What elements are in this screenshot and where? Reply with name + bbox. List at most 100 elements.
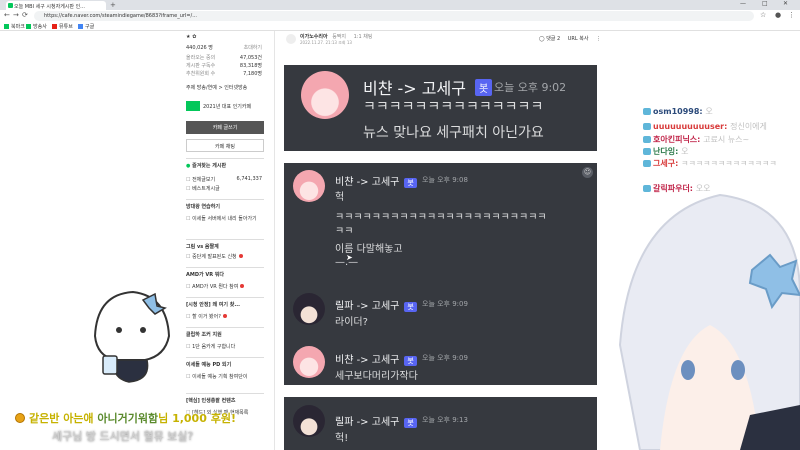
bookmark-icon — [4, 24, 9, 29]
board-section: AMD가 VR 뭐다 — [186, 267, 264, 278]
coin-icon — [15, 413, 25, 423]
mascot-phone-icon — [102, 355, 118, 375]
article-actions: ◯ 댓글 2 URL 복사 ⋮ — [539, 35, 601, 42]
award-icon — [186, 101, 200, 111]
member-count: 440,026 명 — [186, 45, 213, 51]
board-item[interactable]: ☐ 할 이거 봤어? — [186, 313, 266, 320]
mascot-sticker — [93, 290, 171, 383]
close-icon[interactable]: ✕ — [783, 0, 788, 7]
chat-message: 호아킨피닉스: 고료시 뉴스~ — [643, 134, 800, 145]
reaction-icon: ☺ — [582, 167, 593, 178]
url-copy-button[interactable]: URL 복사 — [568, 36, 589, 42]
mascot-head — [93, 290, 171, 361]
chat-badge-icon — [643, 148, 651, 155]
new-badge-icon — [222, 314, 227, 318]
bichan-avatar — [293, 170, 325, 202]
bot-badge: 봇 — [404, 418, 417, 428]
message-line: 세구보다머리가작다 — [335, 371, 418, 382]
browser-tab[interactable]: 오늘 MBI 세구 시청자게시판 인... — [6, 1, 106, 10]
message-line: ㅋㅋㅋㅋㅋㅋㅋㅋㅋㅋㅋㅋㅋㅋ — [363, 99, 544, 115]
donation-alert: 같은반 아는애 아니거기워함님 1,000 후원! — [15, 410, 236, 426]
cafe-theme: 주제 방송/연예 > 인터넷방송 — [186, 85, 248, 91]
chat-message: osm10998: 오 — [643, 106, 800, 117]
favorites-title[interactable]: ● 즐겨찾는 게시판 — [186, 158, 264, 169]
mouse-cursor-icon: ➤ — [346, 253, 353, 262]
chat-badge-icon — [643, 160, 651, 167]
chat-badge-icon — [643, 108, 651, 115]
star-icon[interactable]: ☆ — [760, 11, 766, 19]
google-icon — [78, 24, 83, 29]
vtuber-eye — [681, 360, 695, 380]
board-item[interactable]: ☐ 이세돌 예능 기획 참여단이 — [186, 373, 266, 380]
browser-nav-bar: ← → ⟳ https://cafe.naver.com/steamindieg… — [0, 10, 800, 22]
board-item[interactable]: ☐ AMD가 VR 뭔다 참여 — [186, 283, 266, 290]
bookmarks-bar: 북마크 방송사 뮤튜브 구글 — [0, 22, 800, 31]
discord-screenshot-2: ☺ 비챤 -> 고세구 봇 오늘 오후 9:08 헉 ㅋㅋㅋㅋㅋㅋㅋㅋㅋㅋㅋㅋㅋㅋ… — [284, 163, 597, 385]
bookmark-item[interactable]: 뮤튜브 — [52, 23, 73, 30]
stat-row: 게시판 구독수 83,318명 — [186, 63, 262, 69]
stat-row: 올라오는 중의 47,053건 — [186, 55, 262, 61]
mascot-eye — [116, 327, 122, 333]
bichan-avatar — [293, 346, 325, 378]
forward-icon[interactable]: → — [13, 11, 19, 19]
message-author: 릴파 -> 고세구 봇 — [335, 297, 417, 312]
screen: 오늘 MBI 세구 시청자게시판 인... + — □ ✕ ← → ⟳ http… — [0, 0, 800, 450]
youtube-icon — [52, 24, 57, 29]
mascot-body — [113, 359, 149, 383]
author-avatar[interactable] — [286, 34, 296, 44]
donor-name: 아니거기워함 — [97, 412, 159, 425]
maximize-icon[interactable]: □ — [762, 0, 768, 7]
bookmark-icon — [26, 24, 31, 29]
chat-message: 그세구: ㅋㅋㅋㅋㅋㅋㅋㅋㅋㅋㅋㅋㅋ — [643, 158, 800, 169]
message-time: 오늘 오후 9:09 — [422, 300, 468, 308]
new-badge-icon — [240, 284, 245, 288]
board-section: [핵심] 인생총괄 컨텐츠 — [186, 393, 264, 404]
message-line: 헉 — [335, 192, 345, 203]
author-line: 이가노수리아 등짝지 1:1 채팅 — [300, 33, 372, 40]
invite-link[interactable]: 초대하기 — [244, 44, 262, 51]
message-time: 오늘 오후 9:09 — [422, 354, 468, 362]
author-chat[interactable]: 1:1 채팅 — [354, 34, 373, 40]
board-section: 방대왕 연습하기 — [186, 199, 264, 210]
back-icon[interactable]: ← — [4, 11, 10, 19]
reload-icon[interactable]: ⟳ — [22, 11, 28, 19]
vtuber-avatar — [618, 193, 800, 450]
naver-favicon-icon — [8, 3, 13, 8]
board-section: [시청 안정] 왜 여기 찾... — [186, 297, 264, 308]
menu-icon[interactable]: ⋮ — [788, 11, 795, 19]
new-badge-icon — [238, 254, 243, 258]
cafe-star-icon: ★ ✿ — [186, 34, 197, 40]
comment-count[interactable]: 댓글 2 — [546, 36, 560, 42]
address-bar[interactable]: https://cafe.naver.com/steamindiegame/86… — [34, 11, 754, 21]
message-time: 오늘 오후 9:08 — [422, 176, 468, 184]
bookmark-item[interactable]: 구글 — [78, 23, 94, 30]
bookmark-item[interactable]: 방송사 — [26, 23, 47, 30]
bichan-avatar — [301, 71, 349, 119]
write-post-button[interactable]: 카페 글쓰기 — [186, 121, 264, 134]
more-icon[interactable]: ⋮ — [596, 36, 601, 42]
board-item[interactable]: ☐ 1단 움카게 구합니다 — [186, 343, 266, 350]
bookmark-item[interactable]: 북마크 — [4, 23, 25, 30]
board-item[interactable]: ☐ 전체글보기 6,741,337 — [186, 176, 266, 183]
profile-icon[interactable]: ● — [775, 11, 781, 19]
board-section: 이세돌 예능 PD 되기 — [186, 357, 264, 368]
donation-message: 세구님 방 드시면서 혈뮤 보실? — [52, 430, 194, 443]
board-item[interactable]: ☐ 이세돌 서버에서 내리 돌아가기 — [186, 215, 266, 222]
message-author: 비챤 -> 고세구 봇 — [335, 351, 417, 366]
vtuber-eye — [731, 360, 745, 380]
discord-screenshot-1: 비챤 -> 고세구 봇 오늘 오후 9:02 ㅋㅋㅋㅋㅋㅋㅋㅋㅋㅋㅋㅋㅋㅋ 뉴스… — [284, 65, 597, 151]
message-time: 오늘 오후 9:02 — [494, 81, 567, 94]
minimize-icon[interactable]: — — [740, 0, 746, 7]
browser-tab-bar: 오늘 MBI 세구 시청자게시판 인... + — □ ✕ — [0, 0, 800, 10]
new-tab-icon[interactable]: + — [110, 1, 116, 9]
cafe-sidebar: ★ ✿ 440,026 명 초대하기 올라오는 중의 47,053건 게시판 구… — [186, 31, 266, 450]
mascot-eye — [140, 327, 146, 333]
bot-badge: 봇 — [404, 356, 417, 366]
cafe-chat-button[interactable]: 카페 채팅 — [186, 139, 264, 152]
board-item[interactable]: ☐ 베스트게시글 — [186, 185, 266, 192]
chat-message: 갈릭파우더: 오오 — [643, 183, 800, 194]
discord-screenshot-3: 릴파 -> 고세구 봇 오늘 오후 9:13 헉! — [284, 397, 597, 450]
board-item[interactable]: ☐ 중단계 발표된도 신청 — [186, 253, 266, 260]
lilpa-avatar — [293, 405, 325, 437]
member-count-row: 440,026 명 초대하기 — [186, 44, 266, 51]
